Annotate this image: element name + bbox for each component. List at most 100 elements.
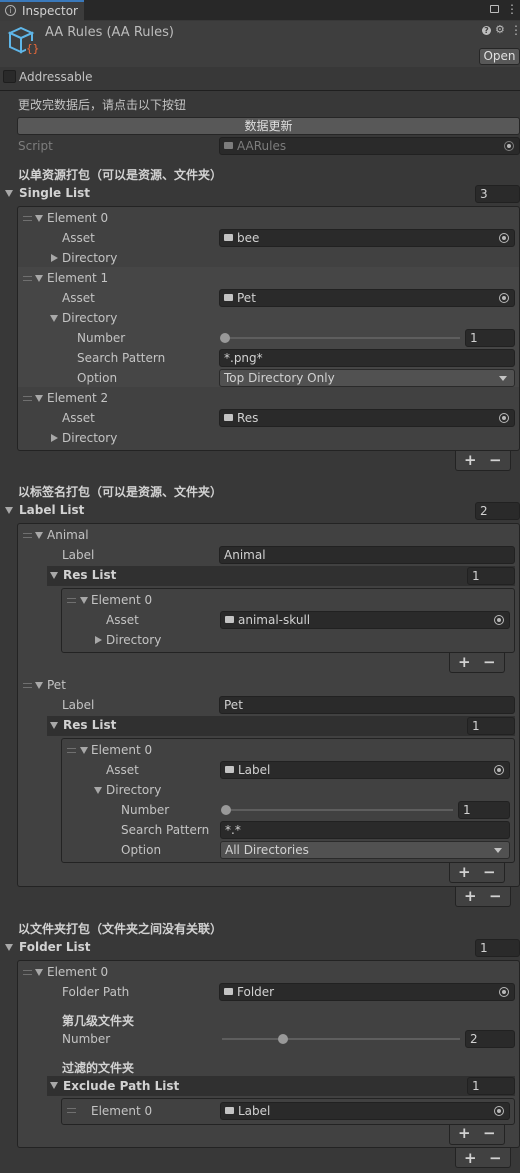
res-list-label[interactable]: Res List bbox=[63, 567, 116, 583]
add-element-button[interactable]: + bbox=[458, 862, 471, 882]
directory-foldout[interactable]: Directory bbox=[62, 430, 117, 446]
res-list-count[interactable]: 1 bbox=[467, 567, 515, 585]
add-element-button[interactable]: + bbox=[458, 652, 471, 672]
add-element-button[interactable]: + bbox=[464, 450, 477, 470]
single-list-count[interactable]: 3 bbox=[475, 185, 520, 203]
foldout-arrow-icon[interactable] bbox=[50, 722, 58, 729]
directory-foldout[interactable]: Directory bbox=[106, 782, 161, 798]
exclude-list-count[interactable]: 1 bbox=[467, 1077, 515, 1095]
res-list-count[interactable]: 1 bbox=[467, 717, 515, 735]
foldout-arrow-icon[interactable] bbox=[5, 944, 13, 951]
drag-handle-icon[interactable] bbox=[23, 216, 32, 221]
search-pattern-input[interactable]: *.* bbox=[220, 821, 510, 839]
search-pattern-input[interactable]: *.png* bbox=[219, 349, 515, 367]
label-input[interactable]: Pet bbox=[219, 696, 515, 714]
add-element-button[interactable]: + bbox=[458, 1123, 471, 1143]
single-list-label[interactable]: Single List bbox=[19, 185, 90, 201]
remove-element-button[interactable]: − bbox=[483, 652, 496, 672]
object-picker-icon[interactable] bbox=[499, 233, 509, 243]
asset-field[interactable]: Res bbox=[219, 409, 515, 427]
foldout-arrow-icon[interactable] bbox=[50, 572, 58, 579]
tab-inspector[interactable]: i Inspector bbox=[0, 0, 84, 21]
exclude-list-label[interactable]: Exclude Path List bbox=[63, 1078, 179, 1094]
number-slider-knob[interactable] bbox=[220, 333, 230, 343]
foldout-arrow-icon[interactable] bbox=[80, 597, 88, 604]
foldout-arrow-icon[interactable] bbox=[50, 315, 58, 322]
foldout-arrow-icon[interactable] bbox=[95, 636, 102, 644]
lock-icon[interactable] bbox=[490, 5, 499, 13]
addressable-checkbox[interactable] bbox=[3, 70, 16, 83]
foldout-arrow-icon[interactable] bbox=[51, 434, 58, 442]
asset-field[interactable]: Label bbox=[220, 761, 510, 779]
asset-field[interactable]: Pet bbox=[219, 289, 515, 307]
number-field[interactable]: 1 bbox=[465, 329, 515, 347]
option-dropdown[interactable]: All Directories bbox=[220, 841, 510, 859]
label-input[interactable]: Animal bbox=[219, 546, 515, 564]
add-element-button[interactable]: + bbox=[464, 886, 477, 906]
folder-path-field[interactable]: Folder bbox=[219, 983, 515, 1001]
remove-element-button[interactable]: − bbox=[489, 886, 502, 906]
drag-handle-icon[interactable] bbox=[67, 598, 76, 603]
drag-handle-icon[interactable] bbox=[67, 1108, 76, 1113]
settings-icon[interactable]: ⚙ bbox=[495, 22, 505, 38]
remove-element-button[interactable]: − bbox=[483, 862, 496, 882]
directory-foldout[interactable]: Directory bbox=[62, 310, 117, 326]
res-list-label[interactable]: Res List bbox=[63, 717, 116, 733]
drag-handle-icon[interactable] bbox=[23, 276, 32, 281]
element-title[interactable]: Element 0 bbox=[91, 592, 152, 608]
object-picker-icon[interactable] bbox=[499, 987, 509, 997]
context-menu-icon[interactable]: ⋮ bbox=[510, 22, 520, 38]
object-picker-icon[interactable] bbox=[494, 1106, 504, 1116]
folder-list-label[interactable]: Folder List bbox=[19, 939, 91, 955]
open-button[interactable]: Open bbox=[479, 48, 520, 65]
drag-handle-icon[interactable] bbox=[23, 533, 32, 538]
number-slider-track[interactable] bbox=[222, 1038, 460, 1040]
number-slider-knob[interactable] bbox=[278, 1034, 288, 1044]
help-icon[interactable]: ? bbox=[482, 26, 491, 35]
object-picker-icon[interactable] bbox=[494, 765, 504, 775]
directory-foldout[interactable]: Directory bbox=[106, 632, 161, 648]
exclude-item-field[interactable]: Label bbox=[220, 1102, 510, 1120]
update-data-button[interactable]: 数据更新 bbox=[17, 117, 520, 135]
number-slider-knob[interactable] bbox=[221, 805, 231, 815]
element-title[interactable]: Element 0 bbox=[47, 210, 108, 226]
number-slider-track[interactable] bbox=[222, 337, 460, 339]
number-slider-track[interactable] bbox=[223, 809, 453, 811]
remove-element-button[interactable]: − bbox=[489, 450, 502, 470]
foldout-arrow-icon[interactable] bbox=[35, 395, 43, 402]
option-dropdown[interactable]: Top Directory Only bbox=[219, 369, 515, 387]
element-title[interactable]: Element 2 bbox=[47, 390, 108, 406]
asset-field[interactable]: animal-skull bbox=[220, 611, 510, 629]
folder-list-count[interactable]: 1 bbox=[475, 939, 520, 957]
group-title[interactable]: Animal bbox=[47, 527, 89, 543]
more-menu-icon[interactable]: ⋮ bbox=[506, 1, 518, 17]
object-picker-icon[interactable] bbox=[499, 413, 509, 423]
asset-field[interactable]: bee bbox=[219, 229, 515, 247]
object-picker-icon[interactable] bbox=[494, 615, 504, 625]
foldout-arrow-icon[interactable] bbox=[50, 1082, 58, 1089]
label-list-label[interactable]: Label List bbox=[19, 502, 84, 518]
remove-element-button[interactable]: − bbox=[483, 1123, 496, 1143]
number-field[interactable]: 2 bbox=[465, 1030, 515, 1048]
drag-handle-icon[interactable] bbox=[67, 748, 76, 753]
foldout-arrow-icon[interactable] bbox=[5, 507, 13, 514]
label-list-count[interactable]: 2 bbox=[475, 502, 520, 520]
foldout-arrow-icon[interactable] bbox=[80, 747, 88, 754]
group-title[interactable]: Pet bbox=[47, 677, 66, 693]
foldout-arrow-icon[interactable] bbox=[35, 969, 43, 976]
remove-element-button[interactable]: − bbox=[489, 1148, 502, 1168]
element-title[interactable]: Element 0 bbox=[47, 964, 108, 980]
element-title[interactable]: Element 1 bbox=[47, 270, 108, 286]
element-title[interactable]: Element 0 bbox=[91, 742, 152, 758]
foldout-arrow-icon[interactable] bbox=[5, 190, 13, 197]
foldout-arrow-icon[interactable] bbox=[35, 275, 43, 282]
drag-handle-icon[interactable] bbox=[23, 970, 32, 975]
object-picker-icon[interactable] bbox=[499, 293, 509, 303]
drag-handle-icon[interactable] bbox=[23, 396, 32, 401]
drag-handle-icon[interactable] bbox=[23, 683, 32, 688]
add-element-button[interactable]: + bbox=[464, 1148, 477, 1168]
directory-foldout[interactable]: Directory bbox=[62, 250, 117, 266]
foldout-arrow-icon[interactable] bbox=[35, 682, 43, 689]
foldout-arrow-icon[interactable] bbox=[94, 787, 102, 794]
foldout-arrow-icon[interactable] bbox=[35, 532, 43, 539]
